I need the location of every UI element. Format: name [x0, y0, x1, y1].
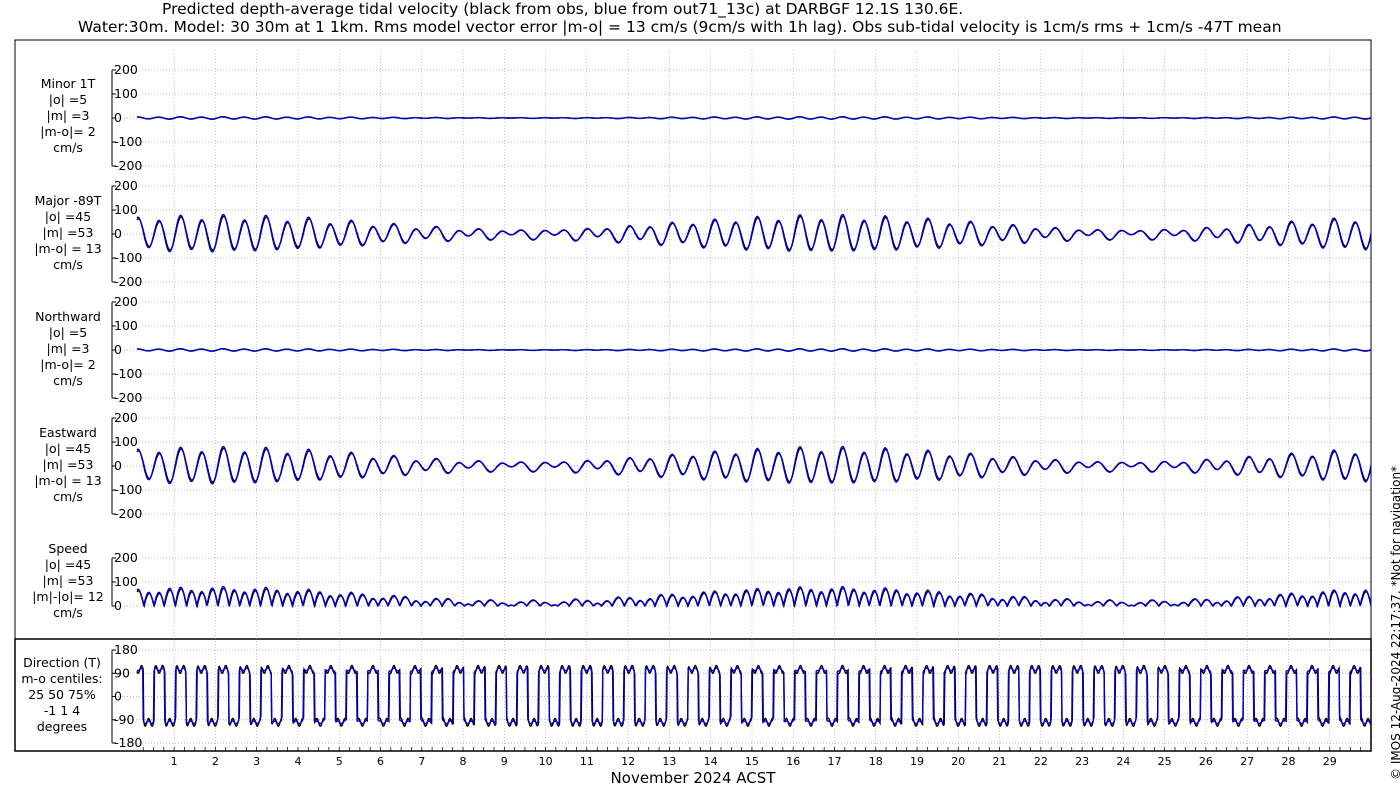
panel-label-line: |o| =5 — [48, 92, 88, 107]
model-trace-minor — [137, 116, 1372, 120]
panel-label-line: |o| =45 — [44, 209, 92, 224]
x-tick-label: 7 — [418, 755, 425, 768]
x-tick-label: 28 — [1281, 755, 1295, 768]
panel-label-speed: Speed |o| =45 |m| =53 |m|-|o|= 12 cm/s — [18, 541, 118, 621]
y-tick-label: -100 — [114, 250, 142, 265]
plot-ticks: 2001000-100-2002001000-100-2002001000-10… — [111, 62, 1372, 751]
x-tick-label: 19 — [910, 755, 924, 768]
y-tick-label: 0 — [114, 689, 122, 704]
model-trace-major — [136, 213, 1372, 253]
panel-label-line: Major -89T — [34, 193, 102, 208]
y-tick-label: -90 — [114, 712, 134, 727]
panel-label-line: Northward — [35, 309, 101, 324]
x-tick-label: 16 — [786, 755, 800, 768]
panel-label-line: |m| =53 — [42, 573, 94, 588]
x-tick-label: 4 — [294, 755, 301, 768]
panel-label-line: cm/s — [53, 140, 83, 155]
panel-label-line: |o| =45 — [44, 441, 92, 456]
x-tick-label: 18 — [869, 755, 883, 768]
y-tick-label: -100 — [114, 134, 142, 149]
x-tick-label: 2 — [212, 755, 219, 768]
model-trace-speed — [136, 585, 1372, 609]
panel-label-line: cm/s — [53, 489, 83, 504]
x-tick-label: 9 — [501, 755, 508, 768]
y-tick-label: -200 — [114, 274, 142, 289]
panel-label-line: |m|-|o|= 12 — [32, 589, 104, 604]
upper-frame — [14, 39, 1372, 640]
x-tick-label: 21 — [993, 755, 1007, 768]
panel-label-line: m-o centiles: — [21, 671, 103, 686]
y-tick-label: -200 — [114, 506, 142, 521]
y-tick-label: -180 — [114, 735, 142, 750]
panel-label-line: -1 1 4 — [43, 703, 81, 718]
x-tick-label: 26 — [1199, 755, 1213, 768]
x-tick-label: 29 — [1323, 755, 1337, 768]
panel-label-line: Minor 1T — [40, 76, 96, 91]
x-tick-label: 1 — [171, 755, 178, 768]
x-tick-label: 11 — [580, 755, 594, 768]
panel-label-line: Eastward — [39, 425, 97, 440]
x-tick-label: 3 — [253, 755, 260, 768]
x-tick-label: 22 — [1034, 755, 1048, 768]
panel-label-line: Speed — [48, 541, 88, 556]
y-tick-label: 90 — [114, 665, 130, 680]
x-tick-label: 23 — [1075, 755, 1089, 768]
x-tick-label: 5 — [336, 755, 343, 768]
x-tick-label: 17 — [827, 755, 841, 768]
x-tick-label: 10 — [539, 755, 553, 768]
y-tick-label: 200 — [114, 410, 138, 425]
y-tick-label: 200 — [114, 178, 138, 193]
x-tick-label: 15 — [745, 755, 759, 768]
panel-label-line: 25 50 75% — [28, 687, 96, 702]
copyright-notice: © IMOS 12-Aug-2024 22:17:37. *Not for na… — [1389, 465, 1400, 780]
y-tick-label: 200 — [114, 62, 138, 77]
x-tick-label: 24 — [1116, 755, 1130, 768]
y-tick-label: 200 — [114, 294, 138, 309]
panel-label-line: |o| =45 — [44, 557, 92, 572]
panel-label-line: |m| =3 — [46, 108, 90, 123]
plot-frames — [14, 39, 1372, 752]
x-tick-label: 8 — [460, 755, 467, 768]
model-trace-north — [137, 348, 1372, 352]
x-tick-label: 27 — [1240, 755, 1254, 768]
tidal-velocity-plot: 2001000-100-2002001000-100-2002001000-10… — [14, 39, 1372, 768]
y-tick-label: -200 — [114, 390, 142, 405]
panel-label-line: |m| =53 — [42, 225, 94, 240]
panel-label-line: |m-o|= 2 — [40, 357, 96, 372]
x-tick-label: 20 — [951, 755, 965, 768]
panel-label-line: |m| =3 — [46, 341, 90, 356]
y-tick-label: -200 — [114, 158, 142, 173]
x-axis-label: November 2024 ACST — [610, 769, 776, 787]
panel-label-east: Eastward |o| =45 |m| =53 |m-o| = 13 cm/s — [18, 425, 118, 505]
panel-label-line: |m-o| = 13 — [34, 473, 102, 488]
x-tick-label: 14 — [704, 755, 718, 768]
panel-label-line: cm/s — [53, 373, 83, 388]
x-tick-label: 13 — [662, 755, 676, 768]
plot-traces — [136, 116, 1372, 728]
panel-label-direction: Direction (T) m-o centiles: 25 50 75% -1 1 … — [12, 655, 112, 735]
x-tick-label: 6 — [377, 755, 384, 768]
panel-label-line: |m| =53 — [42, 457, 94, 472]
model-trace-east — [136, 445, 1372, 485]
panel-label-major: Major -89T |o| =45 |m| =53 |m-o| = 13 cm/s — [18, 193, 118, 273]
panel-label-line: |m-o|= 2 — [40, 124, 96, 139]
panel-label-line: degrees — [36, 719, 88, 734]
x-tick-labels: 1 2 3 4 5 6 7 8 9 10 11 12 13 14 15 16 17 18 19 20 21 22 23 24 2… — [171, 755, 1337, 768]
plot-gridlines — [112, 50, 1371, 751]
y-tick-label: -100 — [114, 482, 142, 497]
panel-label-line: cm/s — [53, 257, 83, 272]
panel-label-line: |o| =5 — [48, 325, 88, 340]
model-trace-direction — [136, 667, 1372, 725]
panel-label-north: Northward |o| =5 |m| =3 |m-o|= 2 cm/s — [18, 309, 118, 389]
y-tick-label: 180 — [114, 642, 138, 657]
panel-label-minor: Minor 1T |o| =5 |m| =3 |m-o|= 2 cm/s — [18, 76, 118, 156]
y-tick-label: -100 — [114, 366, 142, 381]
panel-label-line: |m-o| = 13 — [34, 241, 102, 256]
panel-label-line: cm/s — [53, 605, 83, 620]
panel-label-line: Direction (T) — [23, 655, 101, 670]
x-tick-label: 12 — [621, 755, 635, 768]
obs-trace-direction — [136, 664, 1372, 728]
x-tick-label: 25 — [1158, 755, 1172, 768]
